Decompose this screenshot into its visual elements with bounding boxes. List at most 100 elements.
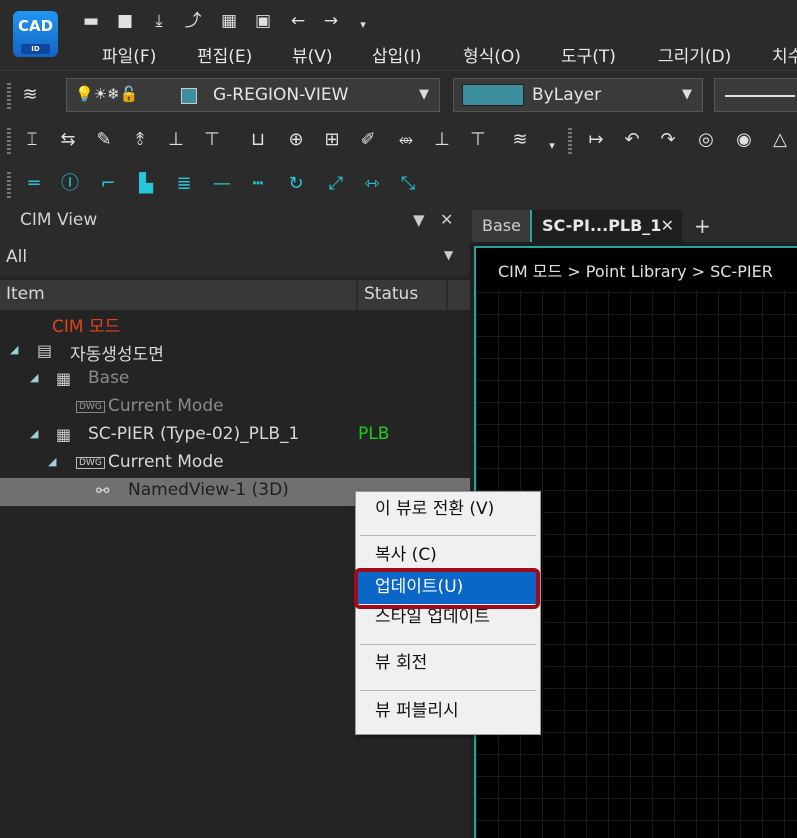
filter-value: All [6,247,28,267]
download-icon[interactable]: ⤓ [148,10,170,32]
tree-item-current-mode[interactable]: ◢ DWG Current Mode [0,450,470,478]
logo-sub: ID [21,44,50,54]
dash-line-icon[interactable]: ┅ [246,172,270,196]
dim-linear-icon[interactable]: ⌶ [20,128,44,152]
triangle-icon[interactable]: △ [768,128,792,152]
dim-ordinate-icon[interactable]: ⊔ [246,128,270,152]
dim-radius-icon[interactable]: ⊥ [430,128,454,152]
dim-aligned-icon[interactable]: ⇆ [56,128,80,152]
menu-view[interactable]: 뷰(V) [292,42,333,67]
dline-icon[interactable]: ═ [22,172,46,196]
customize-icon[interactable]: ▾ [352,14,374,36]
arc-icon[interactable]: ↷ [656,128,680,152]
add-tab-button[interactable]: + [684,210,721,242]
chevron-down-icon[interactable]: ▼ [444,248,453,262]
export-icon[interactable]: ⤴ [182,10,204,32]
dimension-toolbar: ⌶ ⇆ ✎ ⥉ ⊥ ⊤ ⊔ ⊕ ⊞ ✐ ⥈ ⊥ ⊤ ≋ ▾ ↦ ↶ ↷ ◎ ◉ … [0,120,797,162]
ellipse-icon[interactable]: ◉ [732,128,756,152]
dim-arc-icon[interactable]: ⥈ [394,128,418,152]
menu-item-update[interactable]: 업데이트(U) [357,572,539,604]
new-icon[interactable]: ▬ [80,10,102,32]
circle-icon[interactable]: ◎ [694,128,718,152]
layer-stack-icon[interactable]: ≣ [172,172,196,196]
toolbar-grip[interactable] [7,83,11,109]
dim-pencil-icon[interactable]: ✐ [356,128,380,152]
menu-item-publish-view[interactable]: 뷰 퍼블리시 [357,696,539,728]
expand-icon[interactable]: ◢ [30,427,38,440]
color-combo[interactable]: ByLayer ▼ [453,78,703,112]
print-icon[interactable]: ▦ [218,10,240,32]
menu-insert[interactable]: 삽입(I) [372,42,422,67]
menu-item-switch-view[interactable]: 이 뷰로 전환 (V) [357,494,539,526]
color-swatch [462,84,524,106]
tab-base[interactable]: Base [472,210,531,242]
polyline-icon[interactable]: ⌐ [96,172,120,196]
tree-item-cim-mode[interactable]: CIM 모드 [0,310,470,338]
dim-center-icon[interactable]: ⊕ [284,128,308,152]
menu-item-copy[interactable]: 복사 (C) [357,540,539,572]
dim-angle-icon[interactable]: ⊤ [466,128,490,152]
line-icon[interactable]: — [210,172,234,196]
dim-continue-icon[interactable]: ⊤ [200,128,224,152]
chevron-down-icon[interactable]: ▼ [672,79,702,111]
chevron-down-icon[interactable]: ▾ [540,134,564,158]
undo-icon[interactable]: ← [287,10,309,32]
stretch-icon[interactable]: ⇿ [360,172,384,196]
menu-item-rotate-view[interactable]: 뷰 회전 [357,648,539,680]
pin-icon[interactable]: ▼ [413,211,425,229]
filter-dropdown[interactable]: All ▼ [0,238,470,276]
dim-table-icon[interactable]: ⊞ [320,128,344,152]
linetype-combo[interactable] [714,78,797,112]
measure-icon[interactable]: ⤡ [396,172,420,196]
chevron-down-icon[interactable]: ▼ [409,79,439,111]
dim-baseline-icon[interactable]: ⊥ [164,128,188,152]
column-status[interactable]: Status [364,284,418,304]
tree-item-base[interactable]: ◢ ▦ Base [0,366,470,394]
dim-leader-icon[interactable]: ⥉ [128,128,152,152]
tree-item-sc-pier[interactable]: ◢ ▦ SC-PIER (Type-02)_PLB_1 PLB [0,422,470,450]
column-divider[interactable] [356,280,358,310]
column-divider[interactable] [446,280,448,310]
drawing-set-icon: ▤ [37,341,53,360]
panel-title-bar: CIM View ▼ ✕ [0,206,470,238]
app-logo[interactable]: CAD ID [13,11,58,57]
tab-sc-pier[interactable]: SC-PI...PLB_1 ✕ [530,210,682,242]
rotate-icon[interactable]: ↶ [620,128,644,152]
save-as-icon[interactable]: ▣ [252,10,274,32]
toolbar-grip[interactable] [7,172,11,198]
toolbar-grip[interactable] [568,128,572,154]
expand-icon[interactable]: ◢ [10,343,18,356]
dim-hatch-icon[interactable]: ≋ [508,128,532,152]
text-box-icon[interactable]: Ⓘ [58,172,82,196]
open-icon[interactable]: ■ [114,10,136,32]
menu-file[interactable]: 파일(F) [102,42,156,67]
select-icon[interactable]: ▙ [134,172,158,196]
column-item[interactable]: Item [6,284,45,304]
move-icon[interactable]: ↦ [584,128,608,152]
tree-item-auto-drawing[interactable]: ◢ ▤ 자동생성도면 [0,338,470,366]
scale-icon[interactable]: ⤢ [324,172,348,196]
menu-edit[interactable]: 편집(E) [197,42,252,67]
refresh-icon[interactable]: ↻ [284,172,308,196]
menu-item-style-update[interactable]: 스타일 업데이트 [357,602,539,634]
expand-icon[interactable]: ◢ [48,455,56,468]
menu-tools[interactable]: 도구(T) [561,42,616,67]
layers-icon[interactable]: ≋ [18,83,42,107]
panel-title: CIM View [20,210,98,230]
close-icon[interactable]: ✕ [440,210,453,229]
dim-edit-icon[interactable]: ✎ [92,128,116,152]
close-icon[interactable]: ✕ [661,210,674,242]
tree-item-current-mode[interactable]: DWG Current Mode [0,394,470,422]
menu-format[interactable]: 형식(O) [463,42,521,67]
menu-separator [360,690,536,691]
redo-icon[interactable]: → [320,10,342,32]
expand-icon[interactable]: ◢ [30,371,38,384]
menu-dimension[interactable]: 치수 [772,42,797,67]
tree-label: NamedView-1 (3D) [128,480,289,500]
toolbar-grip[interactable] [7,128,11,154]
logo-text: CAD [17,17,54,35]
menu-separator [360,535,536,536]
layer-combo[interactable]: 💡☀❄🔓 G-REGION-VIEW ▼ [66,78,440,112]
menu-draw[interactable]: 그리기(D) [658,42,731,67]
layer-toolbar: ≋ 💡☀❄🔓 G-REGION-VIEW ▼ ByLayer ▼ [0,70,797,120]
